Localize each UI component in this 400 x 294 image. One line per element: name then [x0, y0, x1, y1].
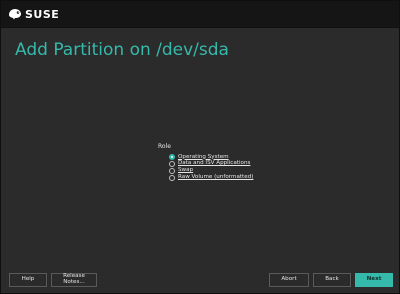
radio-label: Data and ISV Applications [178, 160, 251, 167]
radio-label: Raw Volume (unformatted) [178, 173, 254, 180]
role-options: Operating System Data and ISV Applicatio… [169, 154, 253, 181]
radio-button[interactable] [169, 167, 175, 174]
role-group: Role Operating System Data and ISV Appli… [158, 144, 288, 184]
next-button[interactable]: Next [355, 273, 393, 287]
chameleon-icon [9, 9, 21, 20]
back-button[interactable]: Back [313, 273, 351, 287]
installer-window: SUSE Add Partition on /dev/sda Role Oper… [0, 0, 400, 294]
top-bar: SUSE [1, 1, 399, 28]
radio-label: Operating System [178, 153, 229, 160]
radio-button[interactable] [169, 161, 175, 168]
page-title: Add Partition on /dev/sda [15, 40, 229, 60]
release-notes-button[interactable]: Release Notes... [51, 273, 97, 287]
radio-raw-volume[interactable]: Raw Volume (unformatted) [169, 174, 253, 181]
button-bar: Help Release Notes... Abort Back Next [1, 271, 399, 289]
logo-text: SUSE [25, 7, 60, 21]
radio-button[interactable] [169, 174, 175, 181]
suse-logo: SUSE [8, 6, 59, 22]
abort-button[interactable]: Abort [269, 273, 309, 287]
radio-label: Swap [178, 167, 194, 174]
help-button[interactable]: Help [9, 273, 47, 287]
radio-button-selected[interactable] [169, 154, 175, 161]
role-label: Role [158, 143, 171, 150]
